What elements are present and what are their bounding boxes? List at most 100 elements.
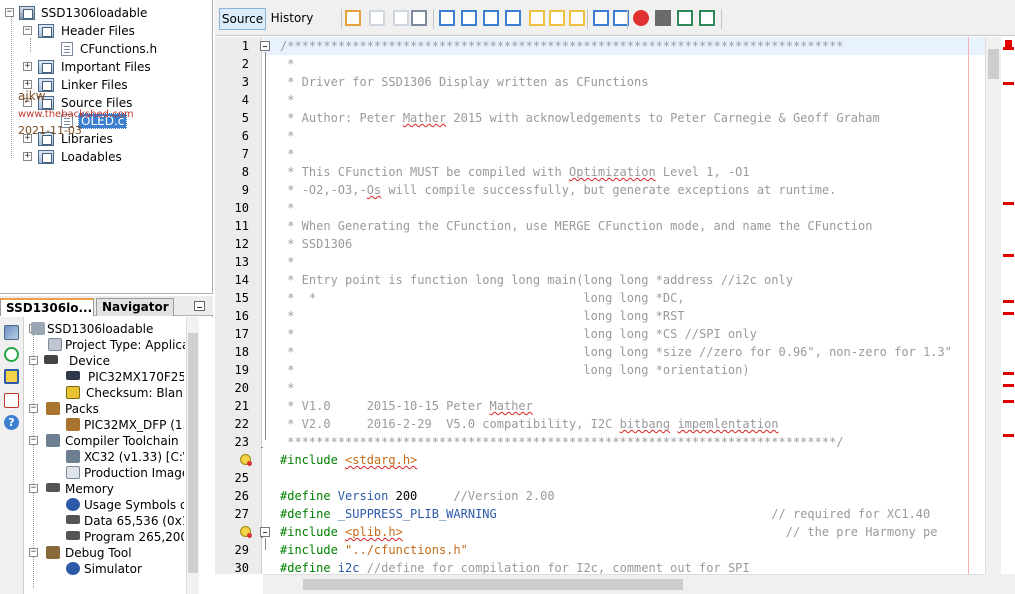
comment-icon[interactable] (677, 10, 693, 26)
back-icon[interactable] (369, 10, 385, 26)
code-area[interactable]: /***************************************… (263, 37, 985, 574)
collapse-toggle[interactable]: − (23, 26, 32, 35)
code-token: i2c (337, 561, 360, 574)
editor-vertical-scrollbar[interactable] (985, 37, 1001, 574)
code-token: /***************************************… (280, 39, 844, 53)
code-token: will compile successfully, but generate … (381, 183, 837, 197)
debug-info-icon[interactable] (4, 369, 19, 384)
code-token: 2015 with acknowledgements to Peter Carn… (446, 111, 880, 125)
code-token: #include (280, 543, 346, 557)
code-token: * SSD1306 (280, 237, 353, 251)
toggle-highlight-icon[interactable] (505, 10, 521, 26)
code-line: * Entry point is function long long main… (280, 271, 793, 289)
line-number: 17 (234, 327, 249, 341)
line-number: 12 (234, 237, 249, 251)
find-next-icon[interactable] (461, 10, 477, 26)
code-line: * When Generating the CFunction, use MER… (280, 217, 872, 235)
scrollbar-thumb[interactable] (188, 333, 198, 573)
find-previous-icon[interactable] (439, 10, 455, 26)
code-token: * * long long *DC, (280, 291, 685, 305)
scrollbar-thumb[interactable] (988, 49, 999, 79)
code-token: Level 1, -O1 (655, 165, 750, 179)
error-marker[interactable] (1003, 300, 1014, 303)
collapse-toggle[interactable]: − (29, 404, 38, 413)
start-macro-icon[interactable] (633, 10, 649, 26)
project-properties-icon[interactable] (4, 325, 19, 340)
tab-dashboard[interactable]: SSD1306lo... (0, 298, 94, 316)
tree-item-label: Loadables (61, 150, 122, 164)
minimize-icon[interactable] (194, 301, 205, 311)
projects-panel: − SSD1306loadable − Header Files CFuncti… (0, 0, 213, 294)
tab-navigator[interactable]: Navigator (96, 298, 174, 316)
line-number: 15 (234, 291, 249, 305)
help-icon[interactable]: ? (4, 415, 19, 430)
expand-toggle[interactable]: + (23, 152, 32, 161)
code-line: #define _SUPPRESS_PLIB_WARNING // requir… (280, 505, 930, 523)
collapse-toggle[interactable]: − (29, 548, 38, 557)
error-status-icon[interactable] (1005, 40, 1012, 47)
error-marker[interactable] (1003, 82, 1014, 85)
code-line: * (280, 199, 294, 217)
error-badge-icon[interactable] (240, 454, 252, 466)
error-marker[interactable] (1003, 434, 1014, 437)
error-marker[interactable] (1003, 384, 1014, 387)
error-marker[interactable] (1003, 202, 1014, 205)
toggle-bookmark-icon[interactable] (569, 10, 585, 26)
scrollbar-thumb[interactable] (303, 579, 683, 590)
find-icon[interactable] (411, 10, 427, 26)
expand-toggle[interactable]: + (23, 80, 32, 89)
expand-toggle[interactable]: + (23, 62, 32, 71)
stop-macro-icon[interactable] (655, 10, 671, 26)
tab-history[interactable]: History (268, 8, 316, 30)
tab-source[interactable]: Source (219, 8, 266, 30)
error-marker[interactable] (1003, 312, 1014, 315)
error-marker[interactable] (1003, 47, 1014, 50)
fold-guide (265, 538, 266, 550)
code-line: #include "../cfunctions.h" (280, 541, 468, 559)
code-token: * long long *RST (280, 309, 685, 323)
tree-guide (30, 38, 31, 52)
line-number: 21 (234, 399, 249, 413)
project-name: SSD1306loadable (41, 6, 148, 20)
fold-toggle-icon[interactable] (260, 41, 270, 51)
last-edit-icon[interactable] (345, 10, 361, 26)
error-marker[interactable] (1003, 372, 1014, 375)
code-token: #define (280, 489, 338, 503)
shift-left-icon[interactable] (593, 10, 609, 26)
code-token: * V2.0 2016-2-29 V5.0 compatibility, I2C (280, 417, 620, 431)
previous-bookmark-icon[interactable] (529, 10, 545, 26)
dashboard-tabs: SSD1306lo... Navigator (0, 296, 213, 316)
fold-toggle-icon[interactable] (260, 527, 270, 537)
project-icon (19, 6, 35, 20)
refresh-icon[interactable] (4, 347, 19, 362)
error-marker[interactable] (1003, 254, 1014, 257)
collapse-toggle[interactable]: − (5, 8, 14, 17)
forward-icon[interactable] (393, 10, 409, 26)
code-token: #define (280, 507, 338, 521)
chip-icon (44, 355, 58, 364)
pdf-icon[interactable] (4, 393, 19, 408)
collapse-toggle[interactable]: − (29, 436, 38, 445)
error-marker[interactable] (1003, 400, 1014, 403)
dashboard-scrollbar[interactable] (186, 317, 199, 594)
code-line: * -O2,-O3,-Os will compile successfully,… (280, 181, 836, 199)
editor-horizontal-scrollbar[interactable] (263, 574, 985, 594)
code-line: #define i2c //define for compilation for… (280, 559, 750, 574)
uncomment-icon[interactable] (699, 10, 715, 26)
code-token: // the pre Harmony pe (785, 525, 938, 539)
find-selection-icon[interactable] (483, 10, 499, 26)
code-token: //define for compilation for I2c, commen… (366, 561, 750, 574)
collapse-toggle[interactable]: − (29, 484, 38, 493)
code-line: * * long long *DC, (280, 289, 685, 307)
code-token: * Entry point is function long long main… (280, 273, 793, 287)
line-number: 6 (241, 129, 249, 143)
next-bookmark-icon[interactable] (549, 10, 565, 26)
error-badge-icon[interactable] (240, 526, 252, 538)
line-number: 2 (241, 57, 249, 71)
tree-item-label: CFunctions.h (80, 42, 158, 56)
dashboard-panel: SSD1306lo... Navigator ? − SSD1306loadab… (0, 296, 213, 594)
collapse-toggle[interactable]: − (29, 356, 38, 365)
error-stripe[interactable] (1001, 37, 1015, 574)
